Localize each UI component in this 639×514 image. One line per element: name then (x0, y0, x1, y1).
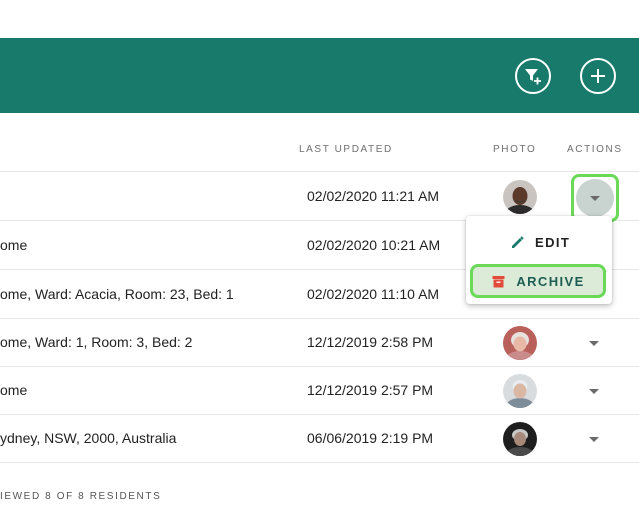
row-actions-menu: EDIT ARCHIVE (466, 216, 612, 304)
filter-add-icon (525, 69, 541, 85)
row-location: ome, Ward: Acacia, Room: 23, Bed: 1 (0, 286, 234, 302)
add-filter-button[interactable] (515, 58, 551, 94)
table-row[interactable]: ydney, NSW, 2000, Australia 06/06/2019 2… (0, 414, 639, 463)
row-location: ome (0, 237, 28, 253)
avatar[interactable] (503, 326, 537, 360)
row-location: ome (0, 382, 28, 398)
results-count: IEWED 8 OF 8 RESIDENTS (0, 491, 162, 502)
archive-menu-item[interactable]: ARCHIVE (470, 264, 606, 298)
row-last-updated: 06/06/2019 2:19 PM (307, 430, 434, 446)
table-row[interactable]: 02/02/2020 11:21 AM (0, 172, 639, 221)
archive-label: ARCHIVE (516, 273, 585, 289)
avatar[interactable] (503, 180, 537, 214)
row-actions-button[interactable] (583, 380, 605, 402)
plus-icon (591, 69, 605, 83)
table-header: LAST UPDATED PHOTO ACTIONS (0, 124, 639, 172)
archive-box-icon (492, 275, 505, 287)
add-resident-button[interactable] (580, 58, 616, 94)
header-photo: PHOTO (493, 144, 537, 155)
row-location: ydney, NSW, 2000, Australia (0, 430, 177, 446)
avatar[interactable] (503, 422, 537, 456)
row-last-updated: 02/02/2020 10:21 AM (307, 237, 441, 253)
pencil-icon (512, 236, 524, 248)
chevron-down-icon (589, 340, 599, 346)
row-last-updated: 12/12/2019 2:58 PM (307, 334, 434, 350)
row-location: ome, Ward: 1, Room: 3, Bed: 2 (0, 334, 193, 350)
row-last-updated: 02/02/2020 11:10 AM (307, 286, 440, 302)
chevron-down-icon (590, 195, 600, 201)
avatar[interactable] (503, 374, 537, 408)
row-actions-button[interactable] (583, 428, 605, 450)
chevron-down-icon (589, 436, 599, 442)
header-actions: ACTIONS (567, 144, 623, 155)
header-last-updated[interactable]: LAST UPDATED (299, 144, 393, 155)
edit-menu-item[interactable]: EDIT (510, 235, 570, 250)
row-actions-button-active[interactable] (571, 174, 619, 222)
table-row[interactable]: ome 12/12/2019 2:57 PM (0, 366, 639, 415)
row-last-updated: 02/02/2020 11:21 AM (307, 188, 440, 204)
row-actions-button[interactable] (583, 332, 605, 354)
chevron-down-icon (589, 388, 599, 394)
row-last-updated: 12/12/2019 2:57 PM (307, 382, 434, 398)
table-row[interactable]: ome, Ward: 1, Room: 3, Bed: 2 12/12/2019… (0, 318, 639, 367)
edit-label: EDIT (535, 235, 571, 250)
